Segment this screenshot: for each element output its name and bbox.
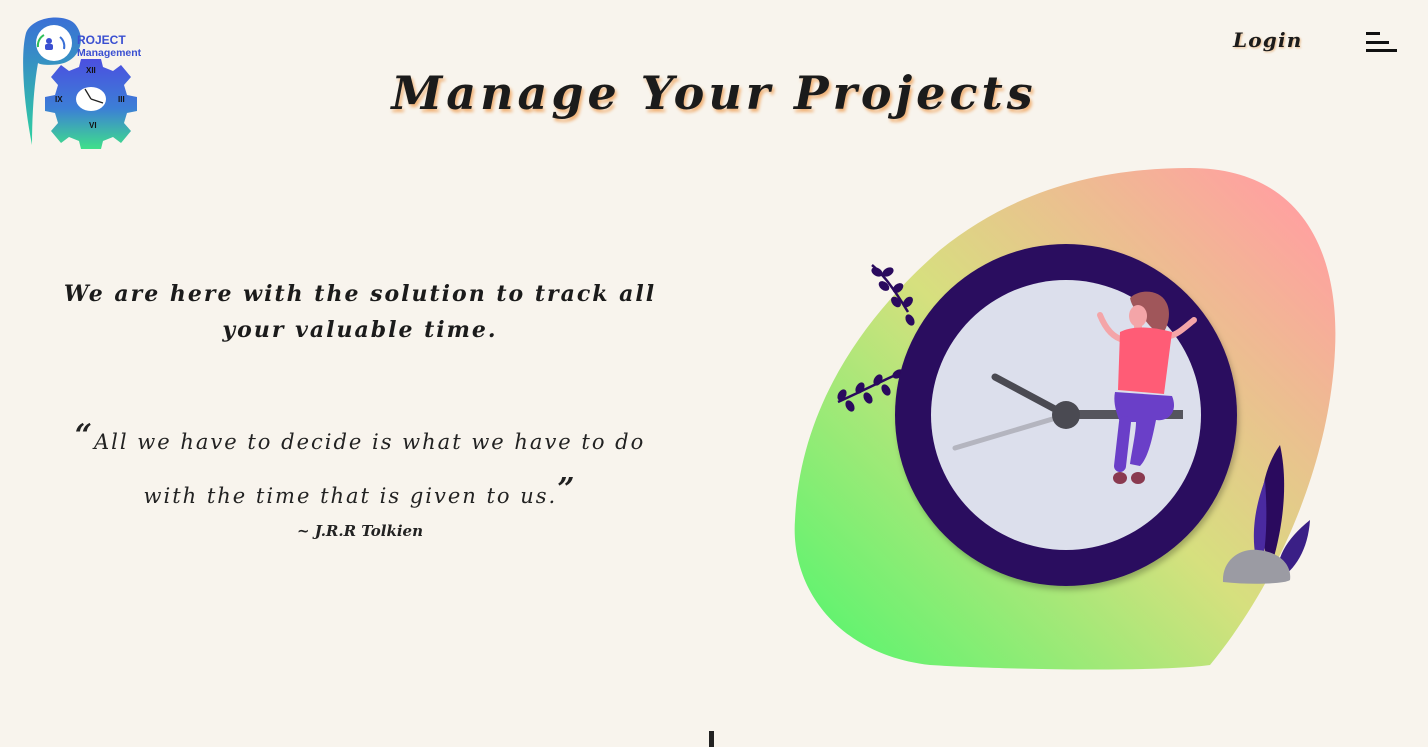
clock-illustration: [794, 168, 1336, 670]
hero-tagline: We are here with the solution to track a…: [63, 281, 657, 343]
hero-quote: “All we have to decide is what we have t…: [55, 412, 665, 520]
hero-illustration: [780, 160, 1360, 680]
scroll-indicator[interactable]: [709, 731, 714, 747]
logo-text-project: ROJECT: [77, 33, 126, 47]
login-link[interactable]: Login: [1233, 28, 1303, 52]
logo-numeral-6: VI: [89, 121, 97, 130]
quote-open-mark: “: [74, 418, 94, 453]
quote-author: ~ J.R.R Tolkien: [296, 522, 423, 540]
hamburger-menu-icon[interactable]: [1366, 32, 1398, 54]
page-title: Manage Your Projects: [391, 66, 1037, 120]
quote-close-mark: ”: [557, 472, 577, 507]
logo-text-management: Management: [77, 47, 142, 59]
